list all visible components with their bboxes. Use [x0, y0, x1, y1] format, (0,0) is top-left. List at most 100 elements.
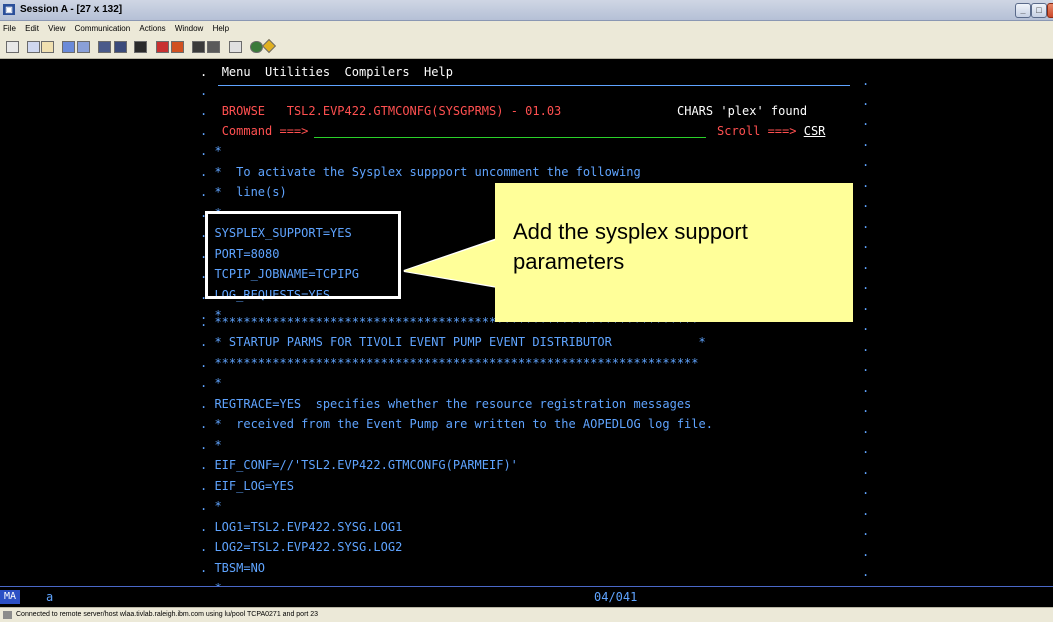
border-dot: . [862, 258, 870, 272]
title-bar: ▣ Session A - [27 x 132] _ □ [0, 0, 1053, 21]
ispf-menu-separator [218, 85, 850, 86]
data-line: . **************************************… [200, 356, 699, 370]
scroll-value-input[interactable]: CSR [804, 124, 826, 138]
data-line-text: EIF_CONF=//'TSL2.EVP422.GTMCONFG(PARMEIF… [214, 458, 518, 472]
border-dot: . [862, 565, 870, 579]
border-dot: . [862, 319, 870, 333]
command-input[interactable] [314, 136, 706, 138]
border-dot: . [862, 340, 870, 354]
display-keypad-icon[interactable] [98, 41, 111, 53]
help-icon[interactable] [207, 41, 220, 53]
data-line: . * [200, 499, 222, 513]
data-line-text: TBSM=NO [214, 561, 266, 575]
border-dot: . [862, 155, 870, 169]
data-line-text: * [214, 144, 222, 158]
data-line-text: * [214, 499, 222, 513]
data-line-text: * [214, 376, 222, 390]
data-line: . * line(s) [200, 185, 287, 199]
data-line: . * [200, 438, 222, 452]
separator-dot-line: . [200, 84, 208, 98]
border-dot: . [862, 401, 870, 415]
border-dot: . [862, 483, 870, 497]
border-dot: . [862, 278, 870, 292]
border-dot: . [862, 176, 870, 190]
border-dot: . [862, 524, 870, 538]
session-app-icon: ▣ [3, 4, 15, 15]
border-dot: . [862, 217, 870, 231]
border-dot: . [862, 381, 870, 395]
menu-view[interactable]: View [48, 24, 65, 33]
toolbar [0, 37, 1053, 59]
border-dot: . [862, 299, 870, 313]
border-dot: . [862, 504, 870, 518]
find-message: CHARS 'plex' found [677, 104, 808, 118]
callout-line-1: Add the sysplex support [513, 219, 748, 244]
border-dot: . [862, 360, 870, 374]
copy-icon[interactable] [27, 41, 40, 53]
data-line: . EIF_CONF=//'TSL2.EVP422.GTMCONFG(PARME… [200, 458, 518, 472]
callout-line-2: parameters [513, 249, 625, 274]
data-line-text: * [214, 438, 222, 452]
border-dot: . [862, 545, 870, 559]
data-line-text: ****************************************… [214, 356, 699, 370]
connection-status-bar: Connected to remote server/host wlaa.tiv… [0, 607, 1053, 622]
menu-window[interactable]: Window [175, 24, 203, 33]
paste-icon[interactable] [41, 41, 54, 53]
support-icon[interactable] [229, 41, 242, 53]
ispf-menu-compilers[interactable]: Compilers [345, 65, 410, 79]
data-line-text: * received from the Event Pump are writt… [214, 417, 713, 431]
data-line: . * [200, 578, 222, 586]
connection-status-text: Connected to remote server/host wlaa.tiv… [16, 611, 319, 618]
record-macro-icon[interactable] [134, 41, 147, 53]
data-line: . * STARTUP PARMS FOR TIVOLI EVENT PUMP … [200, 335, 706, 349]
menu-help[interactable]: Help [213, 24, 229, 33]
data-line-text: EIF_LOG=YES [214, 479, 294, 493]
session-mode: a [46, 590, 54, 604]
maximize-button[interactable]: □ [1031, 3, 1047, 18]
menu-communication[interactable]: Communication [75, 24, 131, 33]
command-label: Command ===> [221, 124, 309, 138]
menu-bar: File Edit View Communication Actions Win… [0, 21, 1053, 37]
color-map-icon[interactable] [114, 41, 127, 53]
border-dot: . [862, 422, 870, 436]
receive-file-icon[interactable] [77, 41, 90, 53]
stop-macro-icon[interactable] [171, 41, 184, 53]
data-line: . * [200, 376, 222, 390]
data-line: . * received from the Event Pump are wri… [200, 417, 713, 431]
data-line: . EIF_LOG=YES [200, 479, 294, 493]
data-line-text: * STARTUP PARMS FOR TIVOLI EVENT PUMP EV… [214, 335, 706, 349]
dataset-name: TSL2.EVP422.GTMCONFG(SYSGPRMS) - 01.03 [286, 104, 562, 118]
data-line: . LOG2=TSL2.EVP422.SYSG.LOG2 [200, 540, 403, 554]
data-line: . TBSM=NO [200, 561, 266, 575]
highlight-box [205, 211, 401, 299]
border-dot: . [862, 237, 870, 251]
close-button[interactable] [1047, 3, 1053, 18]
data-line-text: * line(s) [214, 185, 287, 199]
window-title: Session A - [27 x 132] [20, 4, 123, 15]
play-macro-icon[interactable] [156, 41, 169, 53]
ispf-menu-utilities[interactable]: Utilities [265, 65, 330, 79]
minimize-button[interactable]: _ [1015, 3, 1031, 18]
border-dot: . [862, 94, 870, 108]
scroll-label: Scroll ===> [717, 124, 797, 138]
send-file-icon[interactable] [62, 41, 75, 53]
border-dot: . [862, 463, 870, 477]
print-screen-icon[interactable] [6, 41, 19, 53]
ispf-menu-help[interactable]: Help [424, 65, 453, 79]
terminal-screen[interactable]: . . . . . . . . . . . . . . . . . . . . … [0, 59, 1053, 586]
menu-actions[interactable]: Actions [139, 24, 165, 33]
callout-note: Add the sysplex support parameters [495, 183, 853, 322]
pencil-icon[interactable] [261, 38, 277, 54]
data-line: . REGTRACE=YES specifies whether the res… [200, 397, 692, 411]
scroll-row: Scroll ===> CSR [717, 121, 825, 141]
ispf-menu-menu[interactable]: Menu [222, 65, 251, 79]
data-line: . * To activate the Sysplex suppport unc… [200, 165, 641, 179]
globe-icon[interactable] [250, 41, 263, 53]
menu-file[interactable]: File [3, 24, 16, 33]
browse-header: . BROWSE TSL2.EVP422.GTMCONFG(SYSGPRMS) … [200, 104, 562, 118]
data-line-text: * To activate the Sysplex suppport uncom… [214, 165, 641, 179]
data-line-text: LOG2=TSL2.EVP422.SYSG.LOG2 [214, 540, 403, 554]
customize-icon[interactable] [192, 41, 205, 53]
menu-edit[interactable]: Edit [25, 24, 39, 33]
data-line: . LOG1=TSL2.EVP422.SYSG.LOG1 [200, 520, 403, 534]
